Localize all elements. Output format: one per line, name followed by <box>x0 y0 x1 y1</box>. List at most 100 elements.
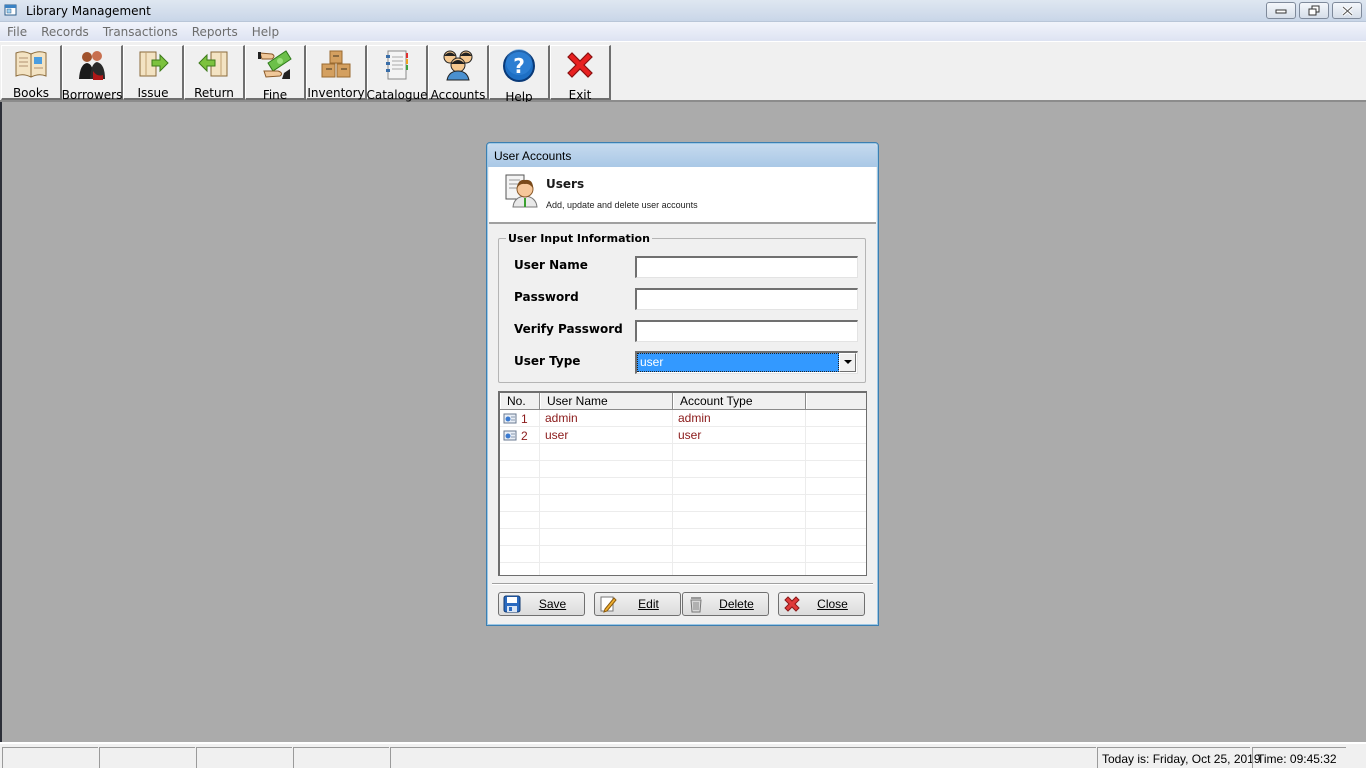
empty-table-row[interactable] <box>500 444 866 461</box>
user-type-select[interactable]: user <box>635 351 858 374</box>
empty-cell <box>673 478 806 494</box>
menu-help[interactable]: Help <box>252 25 279 39</box>
row-empty-cell <box>806 427 866 443</box>
toolbar-inventory-label: Inventory <box>307 86 365 100</box>
empty-table-row[interactable] <box>500 495 866 512</box>
users-grid[interactable]: No. User Name Account Type 1 admin admin… <box>498 391 867 576</box>
dialog-header-title: Users <box>546 177 585 191</box>
save-button[interactable]: Save <box>498 592 585 616</box>
empty-cell <box>673 512 806 528</box>
title-bar: Library Management <box>0 0 1366 22</box>
user-document-icon <box>505 174 538 208</box>
toolbar-accounts-button[interactable]: Accounts <box>428 45 489 102</box>
dialog-title: User Accounts <box>494 149 572 163</box>
empty-table-row[interactable] <box>500 563 866 575</box>
user-card-icon <box>503 413 517 423</box>
toolbar: Books Borrowers Issue Return Fine Invent… <box>0 41 1366 104</box>
empty-cell <box>540 529 673 545</box>
help-icon: ? <box>503 49 535 82</box>
verify-password-input[interactable] <box>635 320 858 342</box>
close-icon <box>1341 5 1353 16</box>
close-x-icon <box>784 596 800 612</box>
empty-cell <box>673 461 806 477</box>
empty-table-row[interactable] <box>500 529 866 546</box>
catalogue-icon <box>386 50 408 80</box>
svg-text:?: ? <box>513 54 525 78</box>
toolbar-books-button[interactable]: Books <box>1 45 62 100</box>
menu-reports[interactable]: Reports <box>192 25 238 39</box>
row-number: 2 <box>521 428 528 443</box>
empty-table-row[interactable] <box>500 546 866 563</box>
row-number: 1 <box>521 411 528 426</box>
empty-table-row[interactable] <box>500 461 866 478</box>
empty-cell <box>806 495 866 511</box>
toolbar-fine-button[interactable]: Fine <box>245 45 306 102</box>
minimize-button[interactable] <box>1266 2 1296 19</box>
column-header-no[interactable]: No. <box>500 393 540 409</box>
status-panel-1 <box>2 747 98 768</box>
minimize-icon <box>1275 9 1287 13</box>
row-account-type: user <box>673 427 806 443</box>
empty-cell <box>500 546 540 562</box>
groupbox-legend: User Input Information <box>506 232 652 245</box>
dialog-separator <box>492 583 873 585</box>
row-account-type: admin <box>673 410 806 426</box>
column-header-account-type[interactable]: Account Type <box>673 393 806 409</box>
toolbar-exit-label: Exit <box>568 88 592 102</box>
empty-cell <box>673 495 806 511</box>
menu-records[interactable]: Records <box>41 25 89 39</box>
money-hands-icon <box>258 50 292 79</box>
empty-cell <box>673 444 806 460</box>
dialog-header: Users Add, update and delete user accoun… <box>489 167 876 224</box>
empty-cell <box>673 529 806 545</box>
empty-table-row[interactable] <box>500 512 866 529</box>
empty-cell <box>806 563 866 575</box>
table-row[interactable]: 1 admin admin <box>500 410 866 427</box>
empty-cell <box>806 529 866 545</box>
save-button-label: Save <box>538 597 567 611</box>
empty-cell <box>806 461 866 477</box>
status-panel-4 <box>293 747 389 768</box>
restore-button[interactable] <box>1299 2 1329 19</box>
empty-cell <box>806 546 866 562</box>
empty-cell <box>806 512 866 528</box>
password-input[interactable] <box>635 288 858 310</box>
delete-button-label: Delete <box>719 597 754 611</box>
empty-cell <box>500 478 540 494</box>
toolbar-return-label: Return <box>194 86 234 100</box>
toolbar-inventory-button[interactable]: Inventory <box>306 45 367 100</box>
username-input[interactable] <box>635 256 858 278</box>
toolbar-help-button[interactable]: ? Help <box>489 45 550 104</box>
toolbar-issue-button[interactable]: Issue <box>123 45 184 100</box>
empty-cell <box>540 563 673 575</box>
menu-file[interactable]: File <box>7 25 27 39</box>
toolbar-catalogue-button[interactable]: Catalogue <box>366 45 428 102</box>
empty-cell <box>540 546 673 562</box>
user-type-dropdown-button[interactable] <box>839 353 856 372</box>
user-type-label: User Type <box>514 354 581 368</box>
column-header-user-name[interactable]: User Name <box>540 393 673 409</box>
delete-button[interactable]: Delete <box>682 592 769 616</box>
menu-transactions[interactable]: Transactions <box>103 25 178 39</box>
close-window-button[interactable] <box>1332 2 1362 19</box>
people-icon <box>79 51 105 80</box>
toolbar-catalogue-label: Catalogue <box>366 88 428 102</box>
user-card-icon <box>503 430 517 440</box>
dialog-title-bar[interactable]: User Accounts <box>488 144 877 167</box>
users-group-icon <box>443 50 473 81</box>
toolbar-accounts-label: Accounts <box>430 88 486 102</box>
user-accounts-dialog: User Accounts Users Add, update and dele… <box>486 142 879 626</box>
empty-cell <box>540 478 673 494</box>
toolbar-return-button[interactable]: Return <box>184 45 245 100</box>
table-row[interactable]: 2 user user <box>500 427 866 444</box>
close-button[interactable]: Close <box>778 592 865 616</box>
toolbar-books-label: Books <box>12 86 50 100</box>
empty-table-row[interactable] <box>500 478 866 495</box>
dialog-header-subtitle: Add, update and delete user accounts <box>546 200 698 210</box>
book-arrow-right-icon <box>139 51 169 77</box>
toolbar-borrowers-button[interactable]: Borrowers <box>62 45 123 102</box>
window-title: Library Management <box>26 4 151 18</box>
toolbar-exit-button[interactable]: Exit <box>550 45 611 102</box>
edit-button[interactable]: Edit <box>594 592 681 616</box>
row-no-cell: 2 <box>500 427 540 443</box>
